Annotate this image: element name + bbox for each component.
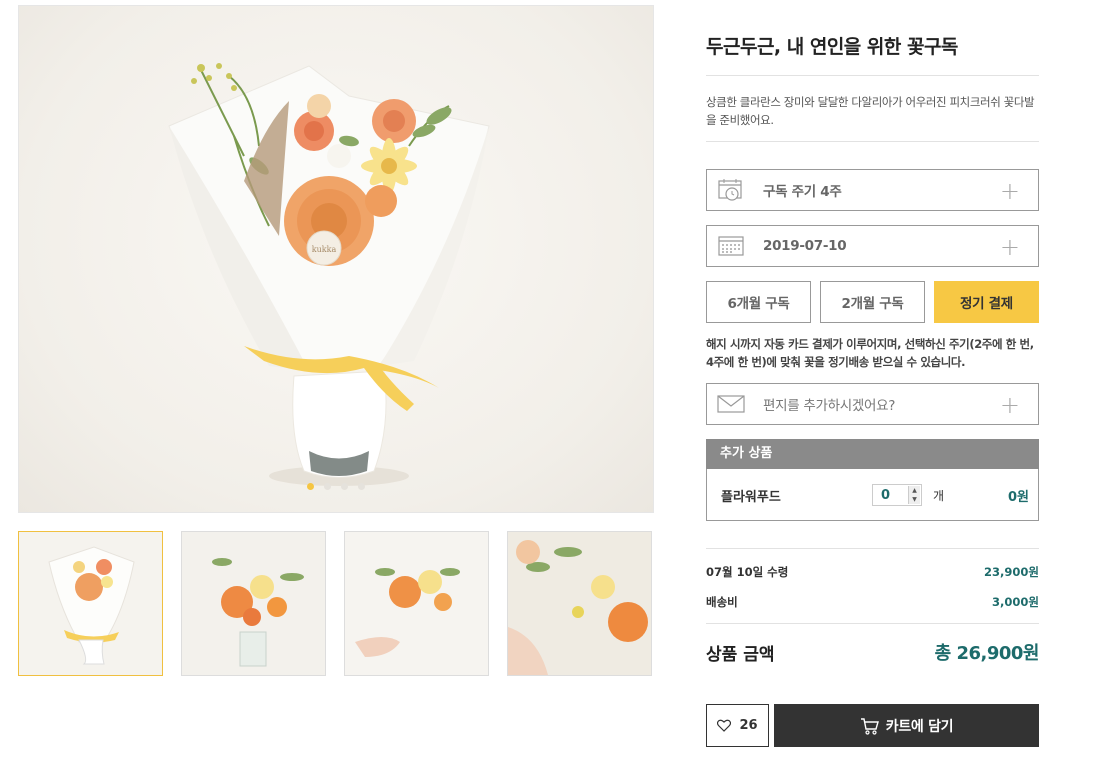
shipping-row: 배송비 3,000원 bbox=[706, 594, 1039, 610]
calendar-clock-icon bbox=[717, 178, 745, 202]
product-title: 두근두근, 내 연인을 위한 꽃구독 bbox=[706, 36, 958, 58]
cart-icon bbox=[860, 717, 879, 735]
thumbnail-3[interactable] bbox=[344, 531, 489, 676]
thumbnail-strip bbox=[18, 531, 652, 676]
subscription-notice: 해지 시까지 자동 카드 결제가 이루어지며, 선택하신 주기(2주에 한 번,… bbox=[706, 337, 1034, 369]
decrement-arrow-icon[interactable]: ▼ bbox=[909, 495, 920, 504]
brand-tag-text: kukka bbox=[312, 245, 337, 254]
thumbnail-1[interactable] bbox=[18, 531, 163, 676]
like-count: 26 bbox=[739, 718, 758, 733]
extra-product-row: 플라워푸드 0 ▲ ▼ 개 0원 bbox=[706, 469, 1039, 521]
plus-icon[interactable]: + bbox=[1000, 179, 1020, 203]
gallery-dot[interactable] bbox=[358, 483, 365, 490]
receive-price: 23,900원 bbox=[984, 565, 1039, 579]
receive-date-label: 07월 10일 수령 bbox=[706, 565, 789, 579]
subscribe-2-months-button[interactable]: 2개월 구독 bbox=[820, 281, 925, 323]
add-to-cart-label: 카트에 담기 bbox=[885, 718, 954, 735]
plus-icon[interactable]: + bbox=[1000, 393, 1020, 417]
receive-date-row: 07월 10일 수령 23,900원 bbox=[706, 564, 1039, 580]
cycle-option[interactable]: 구독 주기 4주 + bbox=[706, 169, 1039, 211]
extra-products-header: 추가 상품 bbox=[706, 439, 1039, 469]
gallery-dot[interactable] bbox=[324, 483, 331, 490]
envelope-icon bbox=[717, 392, 745, 416]
like-button[interactable]: 26 bbox=[706, 704, 769, 747]
product-description: 상큼한 클라란스 장미와 달달한 다알리아가 어우러진 피치크러쉬 꽃다발을 준… bbox=[706, 95, 1035, 127]
gallery-pagination bbox=[307, 483, 365, 490]
extra-product-price: 0원 bbox=[1007, 490, 1029, 505]
divider bbox=[706, 75, 1039, 76]
gallery-dot[interactable] bbox=[341, 483, 348, 490]
date-option[interactable]: 2019-07-10 + bbox=[706, 225, 1039, 267]
quantity-unit: 개 bbox=[933, 489, 945, 503]
main-product-image[interactable]: kukka bbox=[18, 5, 654, 513]
thumbnail-bouquet-wrapped bbox=[19, 532, 162, 675]
thumbnail-flowers-closeup bbox=[508, 532, 651, 675]
total-label: 상품 금액 bbox=[706, 645, 775, 665]
date-option-label: 2019-07-10 bbox=[763, 238, 847, 254]
letter-option[interactable]: 편지를 추가하시겠어요? + bbox=[706, 383, 1039, 425]
add-to-cart-button[interactable]: 카트에 담기 bbox=[774, 704, 1039, 747]
regular-payment-button[interactable]: 정기 결제 bbox=[934, 281, 1039, 323]
shipping-price: 3,000원 bbox=[992, 595, 1039, 609]
increment-arrow-icon[interactable]: ▲ bbox=[909, 486, 920, 495]
letter-option-label: 편지를 추가하시겠어요? bbox=[763, 398, 896, 414]
subscribe-6-months-button[interactable]: 6개월 구독 bbox=[706, 281, 811, 323]
bouquet-illustration: kukka bbox=[168, 63, 490, 486]
thumbnail-4[interactable] bbox=[507, 531, 652, 676]
quantity-value[interactable]: 0 bbox=[881, 488, 890, 503]
thumbnail-2[interactable] bbox=[181, 531, 326, 676]
quantity-spin-buttons[interactable]: ▲ ▼ bbox=[908, 486, 920, 504]
shipping-label: 배송비 bbox=[706, 595, 738, 609]
thumbnail-hand-bouquet bbox=[345, 532, 488, 675]
calendar-icon bbox=[717, 234, 745, 258]
heart-icon bbox=[717, 719, 732, 732]
plus-icon[interactable]: + bbox=[1000, 235, 1020, 259]
gallery-dot[interactable] bbox=[307, 483, 314, 490]
extra-product-name: 플라워푸드 bbox=[721, 490, 781, 505]
divider bbox=[706, 623, 1039, 624]
cycle-option-label: 구독 주기 4주 bbox=[763, 184, 842, 200]
thumbnail-vase-arrangement bbox=[182, 532, 325, 675]
divider bbox=[706, 141, 1039, 142]
quantity-stepper[interactable]: 0 ▲ ▼ bbox=[872, 484, 922, 506]
total-price: 총 26,900원 bbox=[934, 643, 1040, 664]
divider bbox=[706, 548, 1039, 549]
